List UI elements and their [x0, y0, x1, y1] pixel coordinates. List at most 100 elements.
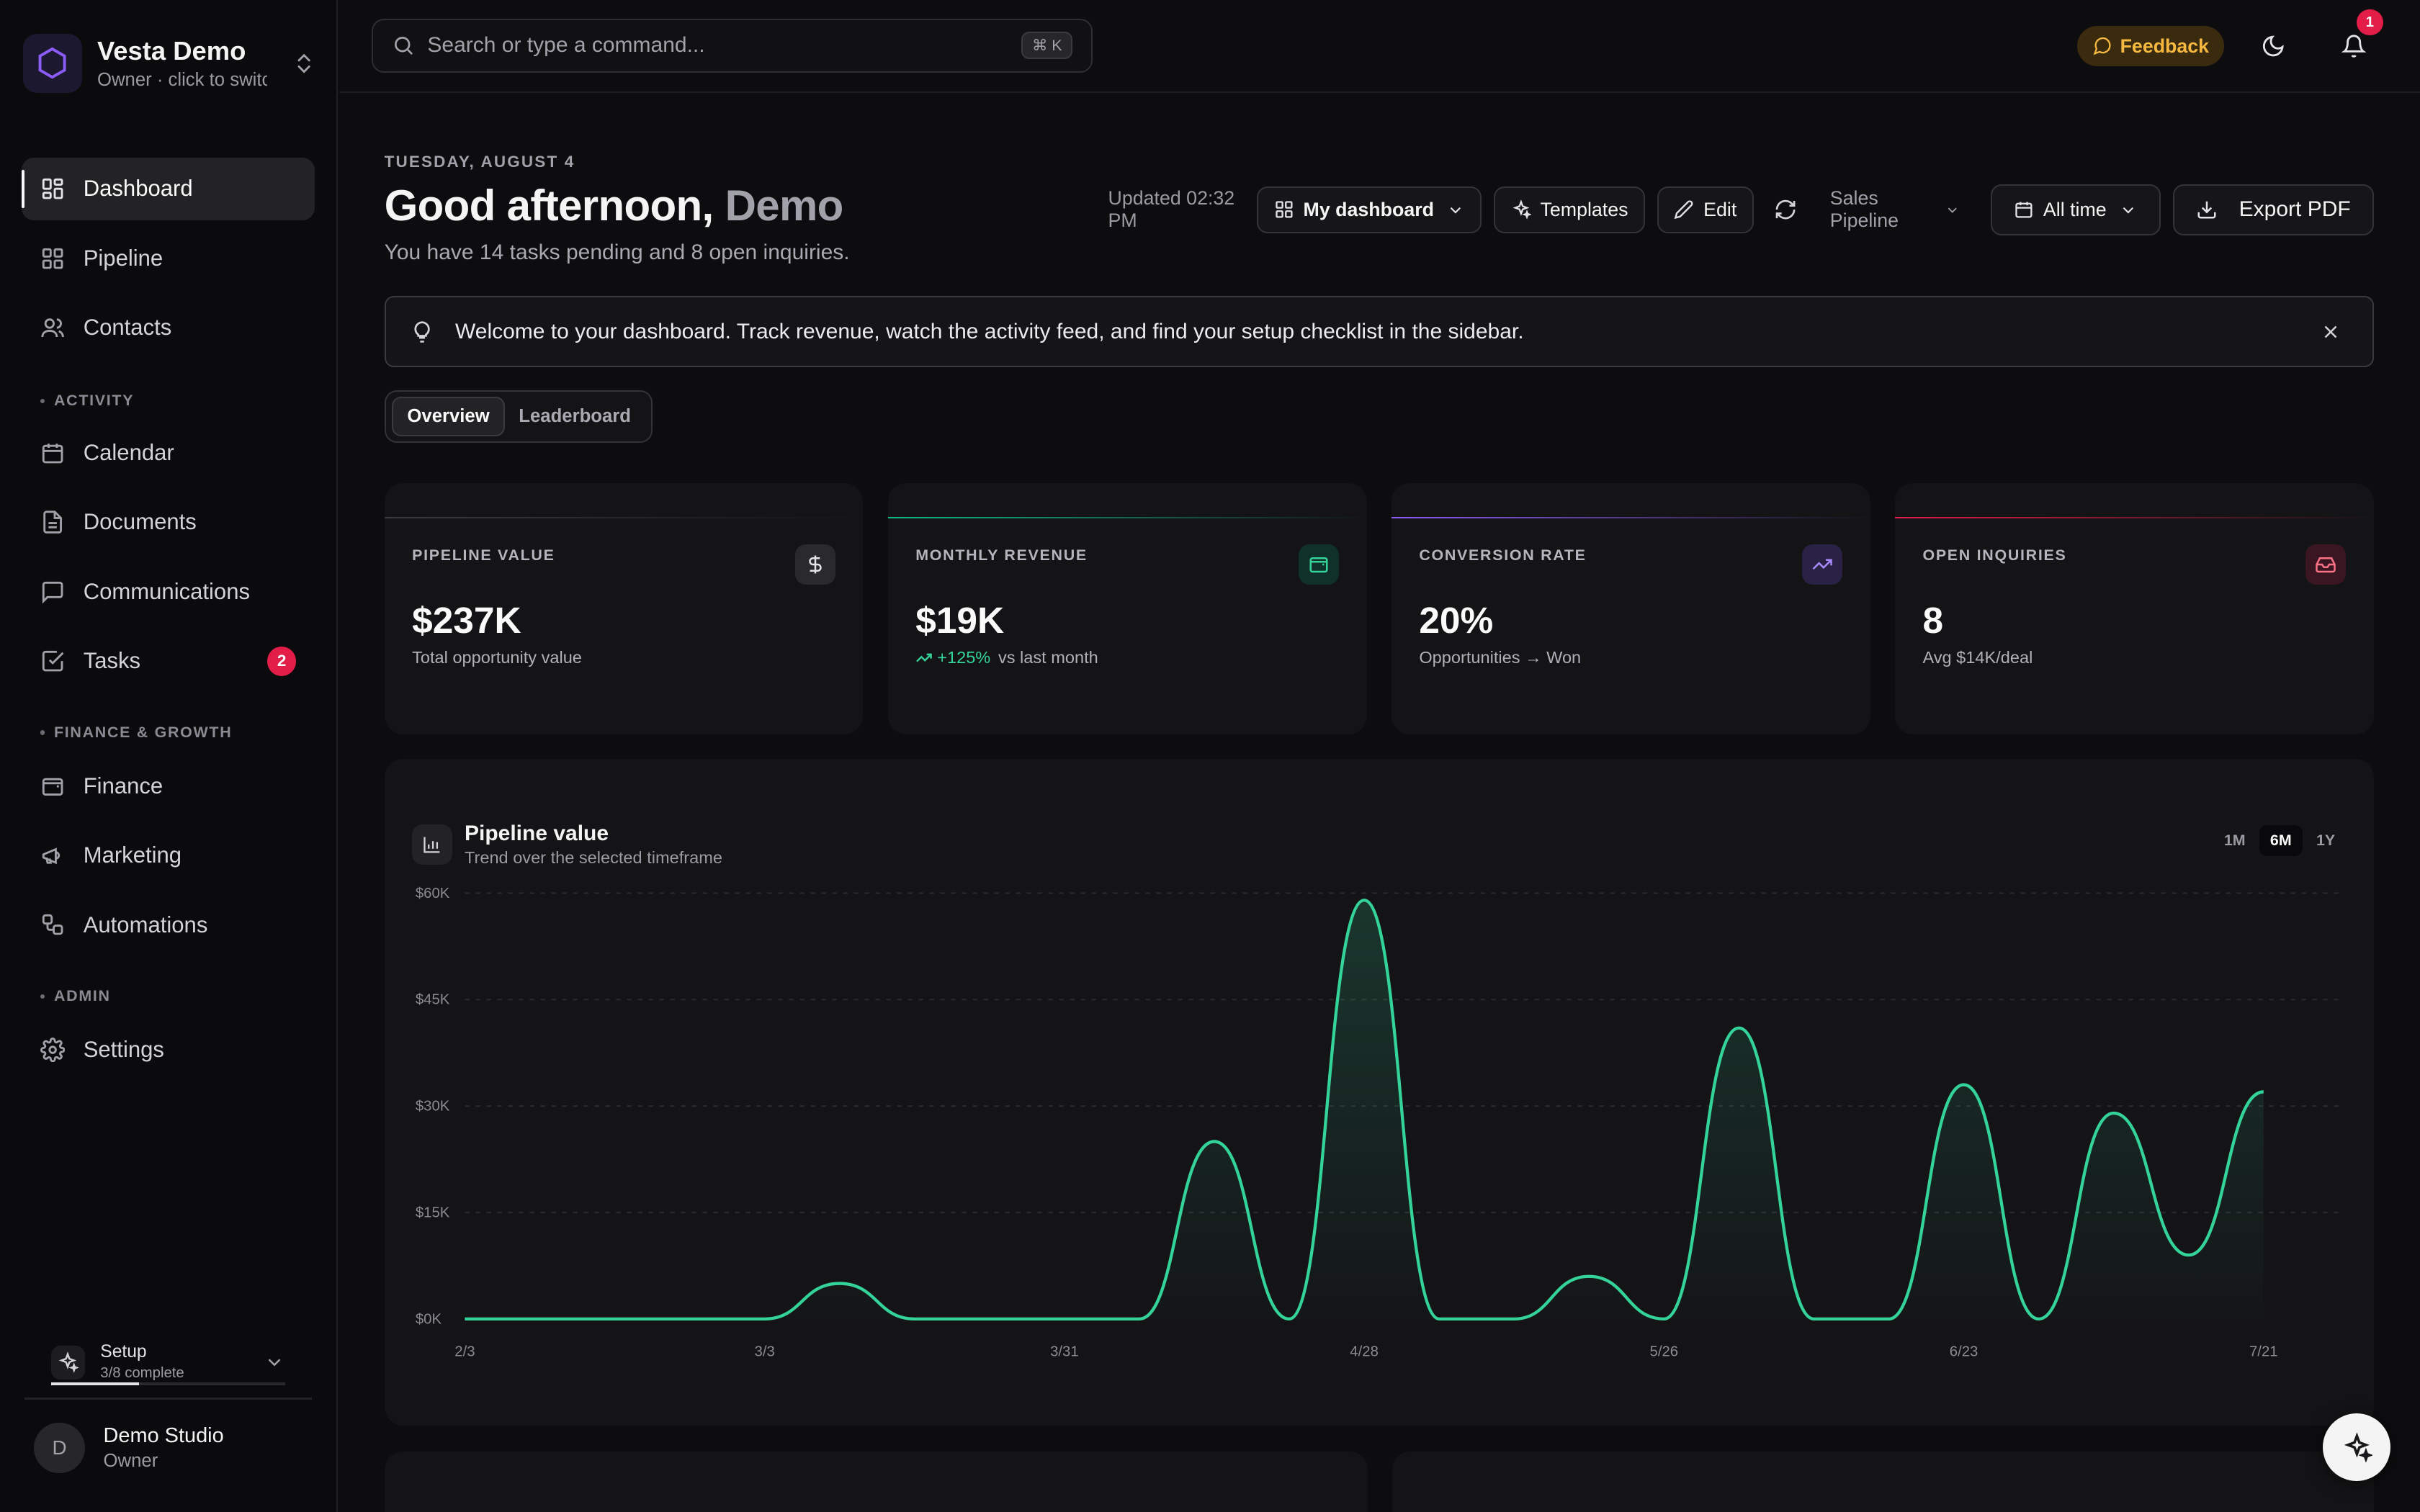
calendar-icon [2015, 202, 2033, 219]
dashboard-select[interactable]: My dashboard [1257, 186, 1482, 233]
x-tick-label: 7/21 [2249, 1344, 2278, 1360]
refresh-button[interactable] [1766, 186, 1806, 233]
kpi-row: PIPELINE VALUE $237K Total opportunity v… [384, 482, 2374, 734]
notifications-button[interactable]: 1 [2336, 9, 2383, 63]
sidebar-item-label: Communications [83, 578, 251, 604]
kpi-card-conversion-rate[interactable]: CONVERSION RATE 20% Opportunities → Won [1391, 482, 1870, 734]
sidebar-item-automations[interactable]: Automations [22, 894, 315, 957]
x-tick-label: 6/23 [1949, 1344, 1978, 1360]
setup-title: Setup [100, 1342, 147, 1362]
sidebar-item-label: Finance [83, 773, 163, 798]
sidebar-item-marketing[interactable]: Marketing [22, 824, 315, 887]
user-name: Demo Studio [103, 1423, 224, 1447]
period-select[interactable]: All time [1991, 184, 2161, 235]
search-input[interactable] [427, 33, 1022, 58]
section-label-activity: ACTIVITY [40, 392, 135, 410]
sidebar-item-pipeline[interactable]: Pipeline [22, 227, 315, 290]
user-menu[interactable]: D Demo Studio Owner [34, 1422, 224, 1474]
kpi-card-pipeline-value[interactable]: PIPELINE VALUE $237K Total opportunity v… [384, 482, 864, 734]
kpi-caption-text: vs last month [998, 647, 1098, 667]
pipeline-select-label: Sales Pipeline [1829, 187, 1899, 232]
user-role: Owner [103, 1451, 158, 1472]
close-icon[interactable] [2320, 321, 2341, 343]
export-pdf-button[interactable]: Export PDF [2172, 184, 2374, 235]
setup-progress-text: 3/8 complete [100, 1365, 184, 1382]
kpi-card-monthly-revenue[interactable]: MONTHLY REVENUE $19K +125% vs last month [887, 482, 1367, 734]
sidebar-item-label: Pipeline [83, 245, 163, 271]
sidebar-item-contacts[interactable]: Contacts [22, 296, 315, 359]
current-date: TUESDAY, AUGUST 4 [384, 153, 575, 171]
page-subtitle: You have 14 tasks pending and 8 open inq… [384, 240, 850, 265]
view-tabs: Overview Leaderboard [384, 390, 653, 443]
x-tick-label: 5/26 [1649, 1344, 1678, 1360]
setup-checklist[interactable]: Setup 3/8 complete [50, 1335, 286, 1390]
y-tick-label: $45K [415, 992, 449, 1008]
sidebar-item-communications[interactable]: Communications [22, 560, 315, 624]
templates-button[interactable]: Templates [1494, 186, 1645, 233]
trending-up-icon [1802, 544, 1843, 585]
templates-label: Templates [1540, 198, 1628, 220]
megaphone-icon [42, 847, 60, 865]
sidebar-item-finance[interactable]: Finance [22, 755, 315, 818]
tab-leaderboard[interactable]: Leaderboard [505, 398, 645, 434]
notification-badge: 1 [2357, 9, 2383, 36]
sidebar-item-label: Contacts [83, 315, 172, 341]
sidebar-item-label: Marketing [83, 842, 182, 868]
avatar: D [34, 1422, 85, 1474]
dollar-icon [795, 544, 835, 585]
export-label: Export PDF [2238, 197, 2351, 222]
area-fill [464, 900, 2264, 1320]
feedback-button[interactable]: Feedback [2077, 26, 2224, 67]
sidebar-item-tasks[interactable]: Tasks 2 [22, 629, 315, 693]
chevron-down-icon [2123, 207, 2133, 214]
sparkles-icon [1512, 199, 1531, 220]
shortcut-hint: ⌘ K [1021, 32, 1073, 59]
hexagon-logo-icon [23, 34, 82, 93]
gear-icon [40, 1038, 65, 1063]
inbox-icon [2305, 544, 2347, 585]
sidebar-item-calendar[interactable]: Calendar [22, 421, 315, 485]
pipeline-select[interactable]: Sales Pipeline [1830, 187, 1960, 232]
chevron-down-icon [1948, 207, 1957, 213]
sparkles-icon [2344, 1431, 2372, 1463]
setup-progress-fill [50, 1382, 139, 1386]
tab-overview[interactable]: Overview [392, 397, 505, 436]
trending-up-icon [916, 653, 933, 662]
sidebar-item-label: Settings [83, 1037, 164, 1063]
kpi-delta: +125% [915, 648, 990, 667]
kpi-value: 20% [1419, 599, 1494, 642]
sidebar-item-documents[interactable]: Documents [22, 490, 315, 554]
sidebar-item-label: Tasks [83, 648, 141, 674]
message-square-icon [42, 581, 63, 604]
y-tick-label: $15K [415, 1205, 449, 1221]
y-tick-label: $0K [415, 1312, 442, 1328]
section-label-admin: ADMIN [40, 987, 111, 1005]
bottom-card-left [384, 1452, 1368, 1512]
y-tick-label: $30K [415, 1099, 449, 1115]
sidebar-item-settings[interactable]: Settings [22, 1018, 315, 1081]
setup-progress-bar [50, 1382, 286, 1386]
period-select-label: All time [2043, 198, 2107, 220]
banner-message: Welcome to your dashboard. Track revenue… [454, 319, 1524, 343]
kpi-label: MONTHLY REVENUE [915, 546, 1088, 564]
layout-grid-icon [1276, 201, 1293, 219]
theme-toggle-button[interactable] [2257, 30, 2290, 63]
ai-assistant-button[interactable] [2323, 1413, 2391, 1482]
wallet-icon [42, 778, 63, 796]
page-title: Good afternoon, Demo [385, 181, 844, 230]
chevron-down-icon [269, 1359, 281, 1367]
edit-button[interactable]: Edit [1657, 186, 1754, 233]
wallet-icon [1299, 544, 1339, 585]
pipeline-chart-card: Pipeline value Trend over the selected t… [384, 759, 2374, 1426]
kpi-caption: +125% vs last month [915, 648, 1098, 667]
sidebar-item-dashboard[interactable]: Dashboard [22, 157, 315, 221]
workspace-subtitle: Owner · click to switch [97, 70, 267, 91]
x-tick-label: 2/3 [454, 1344, 475, 1360]
kpi-card-open-inquiries[interactable]: OPEN INQUIRIES 8 Avg $14K/deal [1894, 482, 2374, 734]
workspace-switcher[interactable]: Vesta Demo Owner · click to switch [23, 32, 316, 94]
command-search[interactable]: ⌘ K [372, 18, 1093, 73]
x-tick-label: 4/28 [1350, 1344, 1379, 1360]
sidebar-item-label: Documents [83, 509, 197, 535]
edit-label: Edit [1703, 198, 1737, 220]
moon-icon [2263, 35, 2284, 57]
